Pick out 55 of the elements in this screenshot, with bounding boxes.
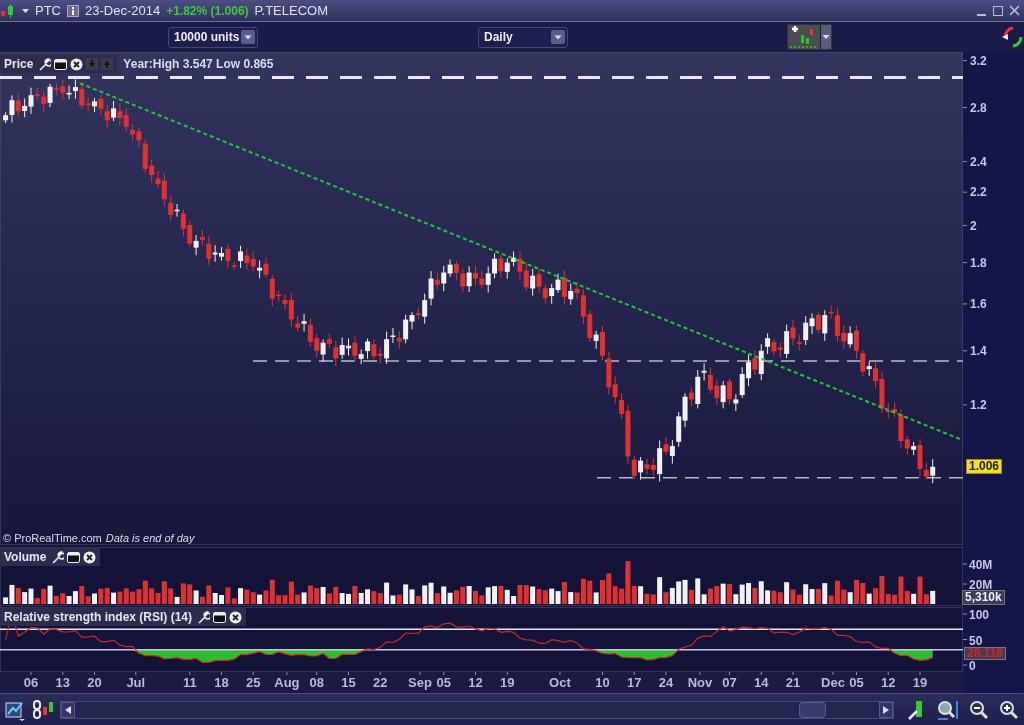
axis-label: Aug (274, 675, 300, 690)
units-dropdown[interactable]: 10000 units (168, 26, 258, 48)
axis-label: 10 (595, 675, 610, 690)
axis-label: 05 (436, 675, 451, 690)
axis-label: 1.2 (970, 397, 987, 412)
instrument-name: P.TELECOM (254, 3, 328, 18)
axis-label: 40M (969, 558, 993, 572)
axis-label: 0 (969, 659, 976, 672)
axis-label: 21 (785, 675, 801, 690)
axis-label: 19 (912, 675, 928, 690)
axis-label: 13 (55, 675, 70, 690)
last-rsi-label: 28.116 (964, 647, 1007, 660)
axis-label: 15 (341, 675, 356, 690)
axis-label: 12 (881, 675, 896, 690)
axis-label: 20M (969, 578, 993, 592)
date-label: 23-Dec-2014 (85, 3, 161, 18)
axis-label: 2.4 (970, 154, 987, 169)
axis-label: 05 (849, 675, 864, 690)
axis-label: 20 (87, 675, 102, 690)
axis-label: 22 (373, 675, 388, 690)
axis-label: 1.4 (970, 343, 987, 358)
axis-label: 1.8 (970, 255, 987, 270)
axis-label: 18 (214, 675, 229, 690)
axis-label: 07 (722, 675, 737, 690)
axis-label: 11 (182, 675, 197, 690)
axis-label: 24 (658, 675, 674, 690)
symbol-label: PTC (35, 3, 61, 18)
pane-title: Relative strength index (RSI) (14) (4, 610, 193, 624)
axis-label: Oct (549, 675, 571, 690)
axis-label: 17 (627, 675, 642, 690)
axis-label: 2.8 (970, 100, 987, 115)
data-note: Data is end of day (105, 532, 195, 544)
axis-label: 1.6 (970, 296, 987, 311)
axis-label: 25 (246, 675, 261, 690)
axis-label: Sep (408, 675, 432, 690)
axis-label: Jul (126, 675, 146, 690)
axis-label: 100 (969, 608, 990, 622)
axis-label: 3.2 (970, 53, 987, 68)
axis-label: 06 (23, 675, 39, 690)
period-dropdown[interactable]: Daily (478, 26, 568, 48)
axis-label: 2 (970, 218, 977, 233)
axis-label: Nov (687, 675, 713, 690)
pane-title: Volume (4, 550, 47, 564)
year-range-label: Year:High 3.547 Low 0.865 (123, 57, 274, 71)
change-label: +1.82% (1.006) (166, 3, 249, 18)
axis-label: 50 (969, 633, 983, 648)
axis-label: 12 (468, 675, 483, 690)
pane-title: Price (4, 57, 34, 71)
axis-label: 2.2 (970, 185, 987, 200)
axis-label: 14 (754, 675, 769, 690)
axis-label: Dec (821, 675, 845, 690)
copyright-label: © ProRealTime.com (3, 532, 102, 544)
axis-label: 19 (500, 675, 515, 690)
last-volume-label: 5,310k (962, 590, 1005, 605)
axis-label: 08 (309, 675, 324, 690)
